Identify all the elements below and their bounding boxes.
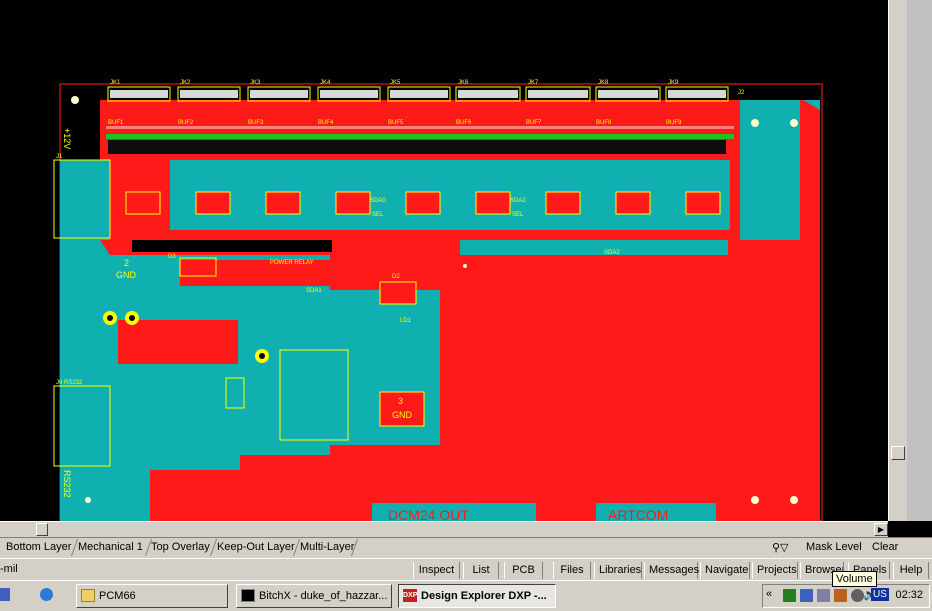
terminal-icon [241,589,255,602]
jk4-label: JK4 [320,80,331,86]
taskbar: PCM66 BitchX - duke_of_hazzar... DXP Des… [0,580,932,611]
vertical-scroll-thumb[interactable] [891,446,905,460]
tray-app-icon[interactable] [834,589,847,602]
tray-network-icon[interactable] [800,589,813,602]
tray-app-icon[interactable] [817,589,830,602]
panel-list-button[interactable]: List [463,562,499,579]
j2-label: J2 [738,90,745,96]
taskbar-item-pcm66[interactable]: PCM66 [76,584,228,608]
tab-keep-out-layer[interactable]: Keep-Out Layer [214,539,298,556]
tray-clock[interactable]: 02:32 [895,589,923,601]
sel-label-2: SEL [512,212,524,218]
panel-files-button[interactable]: Files [553,562,591,579]
pcb-drawing: JK1 JK2 JK3 JK4 JK5 JK6 JK7 JK8 JK9 BUF1… [53,80,823,521]
sda2-label-a: SDA2 [510,198,526,204]
bottom-label-1: DCM24 OUT [388,507,469,521]
taskbar-item-label: PCM66 [99,590,136,602]
buf6-label: BUF6 [456,120,472,126]
horizontal-scrollbar[interactable]: ▶ [0,521,888,538]
power-relay-label: POWER RELAY [270,260,314,266]
right-panel-edge [907,0,932,521]
d3-label: D3 [168,254,176,260]
tray-expand-icon[interactable]: « [766,588,772,600]
taskbar-item-bitchx[interactable]: BitchX - duke_of_hazzar... [236,584,392,608]
panel-navigate-button[interactable]: Navigate [700,562,750,579]
tab-mechanical-1[interactable]: Mechanical 1 [75,539,146,556]
sel-label-1: SEL [372,212,384,218]
tab-multi-layer[interactable]: Multi-Layer [297,539,357,556]
folder-icon [81,589,95,602]
buf5-label: BUF5 [388,120,404,126]
mask-level-button[interactable]: Mask Level [806,539,862,556]
taskbar-item-label: Design Explorer DXP -... [421,590,547,602]
system-tray: « 🔈 US 02:32 [762,584,930,608]
gnd3-label: GND [392,410,413,420]
status-text: -mil [0,563,18,575]
jk7-label: JK7 [528,80,539,86]
panel-messages-button[interactable]: Messages [644,562,699,579]
rs232-label: RS232 [62,470,72,498]
buf8-label: BUF8 [596,120,612,126]
tab-bottom-layer[interactable]: Bottom Layer [3,539,74,556]
jk9-label: JK9 [668,80,679,86]
buf9-label: BUF9 [666,120,682,126]
buf2-label: BUF2 [178,120,194,126]
vertical-scrollbar[interactable] [888,0,907,521]
quick-launch-icon[interactable] [0,588,10,601]
buf4-label: BUF4 [318,120,334,126]
panel-pcb-button[interactable]: PCB [504,562,543,579]
gnd2-label: GND [116,270,137,280]
panel-help-button[interactable]: Help [893,562,929,579]
layer-tab-bar: Bottom Layer Mechanical 1 Top Overlay Ke… [0,537,932,559]
panel-libraries-button[interactable]: Libraries [594,562,642,579]
mask-icon[interactable]: ⚲▽ [772,541,789,554]
bottom-label-2: ARTCOM [608,507,668,521]
d2-label: D2 [392,274,400,280]
taskbar-item-label: BitchX - duke_of_hazzar... [259,590,388,602]
jk6-label: JK6 [458,80,469,86]
jk1-label: JK1 [110,80,121,86]
gnd2-number: 2 [124,258,129,268]
sdao-label: SDA0 [370,198,386,204]
taskbar-item-dxp[interactable]: DXP Design Explorer DXP -... [398,584,556,608]
jk5-label: JK5 [390,80,401,86]
status-bar: -mil Inspect List PCB Files Libraries Me… [0,558,932,581]
clear-button[interactable]: Clear [872,539,898,556]
j6-label: J6 RS232 [56,380,83,386]
sda1-label: SDA1 [306,288,322,294]
tray-app-icon[interactable] [783,589,796,602]
gnd3-number: 3 [398,396,403,406]
buf1-label: BUF1 [108,120,124,126]
jk8-label: JK8 [598,80,609,86]
panel-inspect-button[interactable]: Inspect [413,562,460,579]
j1-label: J1 [56,154,63,160]
sda2-label-b: SDA2 [604,250,620,256]
v12-label: +12V [62,128,72,149]
pcb-canvas[interactable]: JK1 JK2 JK3 JK4 JK5 JK6 JK7 JK8 JK9 BUF1… [0,0,888,521]
tab-top-overlay[interactable]: Top Overlay [148,539,213,556]
volume-tooltip: Volume [832,571,877,587]
jk2-label: JK2 [180,80,191,86]
buf7-label: BUF7 [526,120,542,126]
jk3-label: JK3 [250,80,261,86]
tray-language-indicator[interactable]: US [871,588,889,601]
globe-icon[interactable] [40,588,53,601]
dxp-icon: DXP [403,589,417,602]
panel-projects-button[interactable]: Projects [752,562,798,579]
buf3-label: BUF3 [248,120,264,126]
horizontal-scroll-thumb[interactable] [36,523,48,536]
scroll-right-arrow-icon[interactable]: ▶ [874,523,888,536]
ld1-label: LD1 [400,318,412,324]
